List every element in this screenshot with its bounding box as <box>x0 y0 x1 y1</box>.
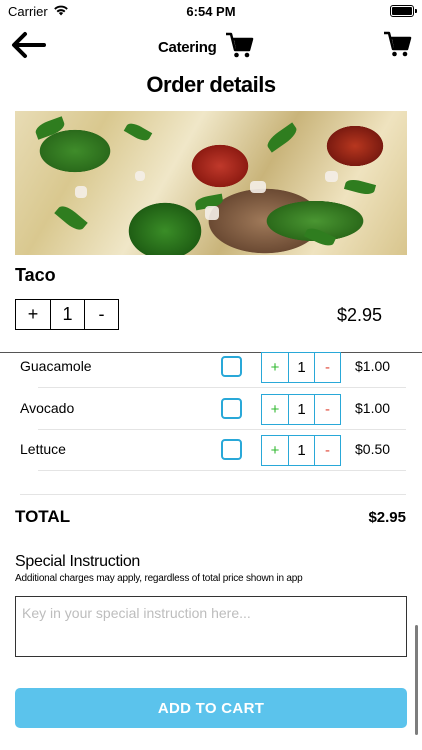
addon-stepper: + 1 - <box>261 394 341 425</box>
addon-checkbox[interactable] <box>221 439 242 460</box>
special-instruction-note: Additional charges may apply, regardless… <box>15 573 303 584</box>
total-label: TOTAL <box>15 507 71 526</box>
add-to-cart-button[interactable]: ADD TO CART <box>15 688 407 728</box>
back-button[interactable] <box>8 28 48 62</box>
scrollbar[interactable] <box>415 625 418 735</box>
addon-decrement-button[interactable]: - <box>314 436 340 465</box>
increment-button[interactable]: + <box>16 300 50 329</box>
addon-price: $1.00 <box>355 400 391 416</box>
addon-row-avocado: Avocado + 1 - $1.00 <box>0 388 422 430</box>
addon-increment-button[interactable]: + <box>262 436 288 465</box>
addon-row-guacamole: Guacamole + 1 - $1.00 <box>0 346 422 388</box>
addon-increment-button[interactable]: + <box>262 353 288 382</box>
addon-checkbox[interactable] <box>221 398 242 419</box>
addon-label: Lettuce <box>20 441 66 457</box>
quantity-stepper: + 1 - <box>15 299 119 330</box>
addon-decrement-button[interactable]: - <box>314 395 340 424</box>
status-time: 6:54 PM <box>186 4 236 19</box>
addon-checkbox[interactable] <box>221 356 242 377</box>
addon-decrement-button[interactable]: - <box>314 353 340 382</box>
addon-stepper: + 1 - <box>261 352 341 383</box>
addon-price: $1.00 <box>355 358 391 374</box>
addon-label: Avocado <box>20 400 75 416</box>
addon-label: Guacamole <box>20 358 92 374</box>
addon-price: $0.50 <box>355 441 391 457</box>
status-bar: Carrier 6:54 PM <box>0 0 422 22</box>
addon-increment-button[interactable]: + <box>262 395 288 424</box>
row-separator <box>38 470 406 471</box>
nav-bar: Catering <box>0 24 422 68</box>
quantity-value: 1 <box>50 300 84 329</box>
addon-row-lettuce: Lettuce + 1 - $0.50 <box>0 429 422 471</box>
decrement-button[interactable]: - <box>84 300 118 329</box>
battery-icon <box>390 5 417 17</box>
special-instruction-input[interactable] <box>15 596 407 657</box>
addon-quantity: 1 <box>288 395 314 424</box>
cart-button[interactable] <box>382 28 412 65</box>
nav-title: Catering <box>158 39 217 56</box>
divider <box>20 494 406 495</box>
shopping-cart-icon <box>384 31 412 57</box>
addon-quantity: 1 <box>288 353 314 382</box>
nav-title-group: Catering <box>158 30 254 65</box>
addon-quantity: 1 <box>288 436 314 465</box>
special-instruction-title: Special Instruction <box>15 553 141 570</box>
shopping-cart-icon[interactable] <box>224 30 254 65</box>
product-price: $2.95 <box>336 305 382 325</box>
addon-stepper: + 1 - <box>261 435 341 466</box>
arrow-left-icon <box>12 32 46 58</box>
page-title: Order details <box>146 72 276 97</box>
product-name: Taco <box>15 265 56 285</box>
total-value: $2.95 <box>368 509 406 526</box>
product-image <box>15 111 407 255</box>
